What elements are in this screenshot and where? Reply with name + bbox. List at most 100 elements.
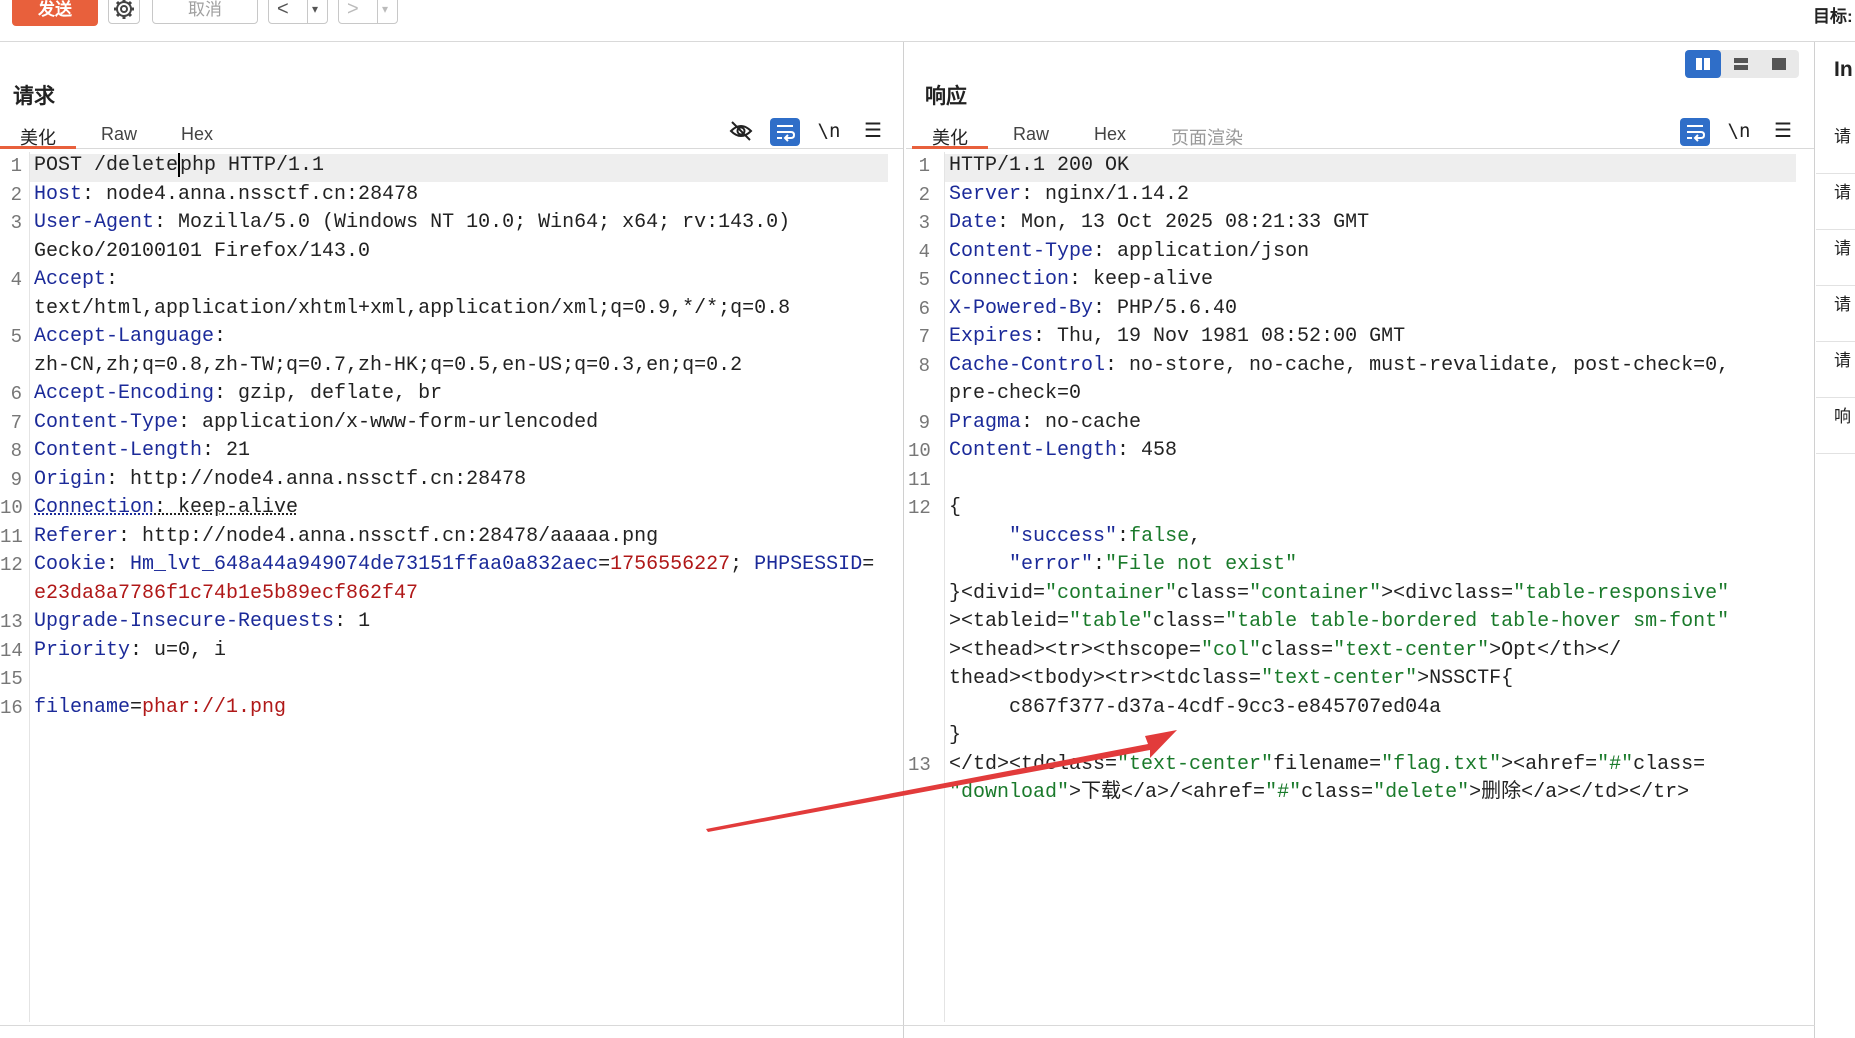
code-token: : nginx/1.14.2 xyxy=(1021,182,1190,206)
code-token: "delete" xyxy=(1373,781,1470,804)
code-token: : Thu, 19 Nov 1981 08:52:00 GMT xyxy=(1033,325,1406,348)
code-token: ><tableid= xyxy=(949,610,1070,633)
layout-stacked-button[interactable] xyxy=(1723,50,1759,78)
single-pane-icon xyxy=(1772,58,1786,70)
inspector-item[interactable]: 请 xyxy=(1816,230,1855,286)
line-number: 2 xyxy=(10,183,22,206)
inspector-item[interactable]: 请 xyxy=(1816,286,1855,342)
inspector-item[interactable]: 请 xyxy=(1816,118,1855,174)
code-token: Hm_lvt_648a44a949074de73151ffaa0a832aec xyxy=(130,553,599,576)
line-number: 5 xyxy=(918,269,930,291)
code-token: phar://1.png xyxy=(142,695,287,719)
tab-raw[interactable]: Raw xyxy=(101,124,137,145)
tab-raw[interactable]: Raw xyxy=(1013,124,1049,145)
code-line: 15 xyxy=(0,665,900,694)
chevron-left-icon: < xyxy=(277,0,289,20)
layout-side-by-side-button[interactable] xyxy=(1685,50,1721,78)
inspector-item[interactable]: 请 xyxy=(1816,174,1855,230)
active-tab-indicator xyxy=(912,146,988,149)
code-token: class= xyxy=(1153,610,1226,633)
response-editor[interactable]: 1 HTTP/1.1 200 OK 2 Server: nginx/1.14.2 3 Da… xyxy=(906,152,1811,808)
cancel-button[interactable]: 取消 xyxy=(152,0,258,24)
wrap-lines-button[interactable] xyxy=(770,118,800,146)
code-token: "table table-bordered table-hover sm-fon… xyxy=(1225,610,1730,633)
line-number: 7 xyxy=(10,411,22,434)
code-token: Origin xyxy=(34,467,107,491)
tab-hex[interactable]: Hex xyxy=(1094,124,1126,145)
hamburger-menu-icon[interactable]: ☰ xyxy=(858,118,888,146)
code-token: "success" xyxy=(1009,524,1118,548)
show-newlines-button[interactable]: \n xyxy=(1724,118,1754,146)
code-token: thead><tbody><tr><tdclass= xyxy=(949,667,1262,690)
line-number: 12 xyxy=(0,554,23,576)
code-token: User-Agent xyxy=(34,211,155,234)
code-token: "#" xyxy=(1597,752,1634,776)
tab-hex[interactable]: Hex xyxy=(181,124,213,145)
code-token: : keep-alive xyxy=(154,496,299,519)
code-token: Cache-Control xyxy=(949,353,1106,377)
status-divider xyxy=(0,1025,1815,1026)
code-token: HTTP/1.1 200 OK xyxy=(949,154,1130,177)
code-line: 13 </td><tdclass="text-center"filename="f… xyxy=(906,751,1811,780)
code-line: }<divid="container"class="container"><di… xyxy=(906,580,1811,609)
code-token: zh-CN,zh;q=0.8,zh-TW;q=0.7,zh-HK;q=0.5,e… xyxy=(34,353,743,377)
code-line: } xyxy=(906,722,1811,751)
layout-toggle xyxy=(1685,50,1799,78)
target-label: 目标: xyxy=(1813,7,1853,26)
code-line: 5 Accept-Language: xyxy=(0,323,900,352)
wrap-lines-button[interactable] xyxy=(1680,118,1710,146)
code-line: 12 { xyxy=(906,494,1811,523)
request-editor[interactable]: 1 POST /delete php HTTP/1.1 2 Host: node4.an… xyxy=(0,152,900,722)
code-token: "container" xyxy=(1249,581,1382,605)
code-token: pre-check=0 xyxy=(949,382,1082,405)
line-number: 8 xyxy=(918,354,930,377)
response-tabs: 美化 Raw Hex 页面渲染 xyxy=(906,118,1814,149)
code-line: 8 Content-Length: 21 xyxy=(0,437,900,466)
layout-tabs-button[interactable] xyxy=(1761,50,1797,78)
code-token: "#" xyxy=(1265,781,1302,804)
code-token: >Opt</th></ xyxy=(1489,638,1622,662)
code-line: ><tableid="table"class="table table-bord… xyxy=(906,608,1811,637)
code-token: = xyxy=(862,553,875,576)
code-line: e23da8a7786f1c74b1e5b89ecf862f47 xyxy=(0,580,900,609)
hamburger-menu-icon[interactable]: ☰ xyxy=(1768,118,1798,146)
code-token: : keep-alive xyxy=(1069,268,1214,291)
back-dropdown-icon[interactable]: ▾ xyxy=(307,0,318,23)
send-button[interactable]: 发送 xyxy=(12,0,98,26)
code-line: 1 HTTP/1.1 200 OK xyxy=(906,152,1811,181)
line-number: 11 xyxy=(0,525,23,548)
code-token: : 458 xyxy=(1117,439,1178,462)
code-token: Content-Type xyxy=(34,410,179,434)
back-button[interactable]: < ▾ xyxy=(268,0,328,24)
line-number: 11 xyxy=(908,468,931,491)
response-panel: 响应 美化 Raw Hex 页面渲染 \n ☰ 1 HTTP/1.1 200 OK… xyxy=(906,42,1815,1038)
code-token: Accept-Language xyxy=(34,325,215,348)
code-token: "File not exist" xyxy=(1105,553,1298,576)
code-token: : 21 xyxy=(202,439,251,462)
code-token: : xyxy=(106,553,131,576)
code-token: "table" xyxy=(1069,610,1154,633)
code-line: 8 Cache-Control: no-store, no-cache, must… xyxy=(906,352,1811,381)
show-newlines-button[interactable]: \n xyxy=(814,118,844,146)
code-token: Priority xyxy=(34,638,131,662)
code-line: "error":"File not exist" xyxy=(906,551,1811,580)
code-line: 2 Server: nginx/1.14.2 xyxy=(906,181,1811,210)
forward-dropdown-icon[interactable]: ▾ xyxy=(377,0,388,23)
forward-button[interactable]: > ▾ xyxy=(338,0,398,24)
line-number: 13 xyxy=(0,611,23,633)
code-token: : http://node4.anna.nssctf.cn:28478/aaaa… xyxy=(118,524,659,548)
code-line: 6 Accept-Encoding: gzip, deflate, br xyxy=(0,380,900,409)
hide-nonprintable-button[interactable] xyxy=(728,118,758,146)
request-tabs: 美化 Raw Hex xyxy=(0,118,903,149)
code-line: 9 Origin: http://node4.anna.nssctf.cn:284… xyxy=(0,466,900,495)
line-number: 12 xyxy=(908,497,931,519)
code-line: 14 Priority: u=0, i xyxy=(0,637,900,666)
inspector-item[interactable]: 响 xyxy=(1816,398,1855,454)
line-number: 1 xyxy=(10,155,22,177)
line-number: 5 xyxy=(10,326,22,348)
code-token: Server xyxy=(949,182,1022,206)
line-number: 15 xyxy=(0,668,23,690)
settings-button[interactable] xyxy=(108,0,140,24)
tab-render[interactable]: 页面渲染 xyxy=(1171,124,1243,150)
inspector-item[interactable]: 请 xyxy=(1816,342,1855,398)
